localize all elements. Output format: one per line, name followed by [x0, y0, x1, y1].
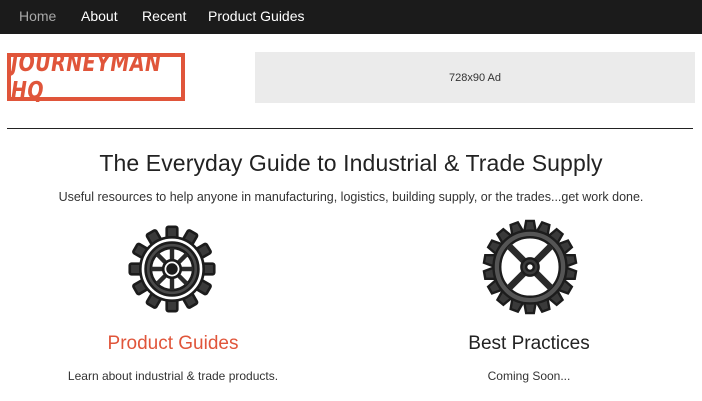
nav-link-recent[interactable]: Recent — [142, 8, 186, 24]
gear-icon[interactable] — [128, 225, 216, 313]
logo-text: JOURNEYMAN HQ — [11, 49, 162, 105]
nav-link-home[interactable]: Home — [19, 8, 56, 24]
site-logo[interactable]: JOURNEYMAN HQ — [7, 50, 185, 105]
best-practices-description: Coming Soon... — [487, 369, 571, 383]
page-title: The Everyday Guide to Industrial & Trade… — [99, 150, 603, 176]
ad-banner[interactable]: 728x90 Ad — [255, 52, 695, 103]
nav-link-about[interactable]: About — [81, 8, 118, 24]
best-practices-title: Best Practices — [468, 333, 590, 354]
page-subtitle: Useful resources to help anyone in manuf… — [58, 190, 644, 204]
gear-icon — [482, 219, 578, 315]
header-divider — [7, 128, 693, 129]
product-guides-description: Learn about industrial & trade products. — [67, 369, 279, 383]
nav-link-product-guides[interactable]: Product Guides — [208, 8, 305, 24]
product-guides-link[interactable]: Product Guides — [23, 333, 323, 355]
top-navigation-bar: Home About Recent Product Guides — [0, 0, 702, 34]
ad-label: 728x90 Ad — [449, 71, 501, 84]
